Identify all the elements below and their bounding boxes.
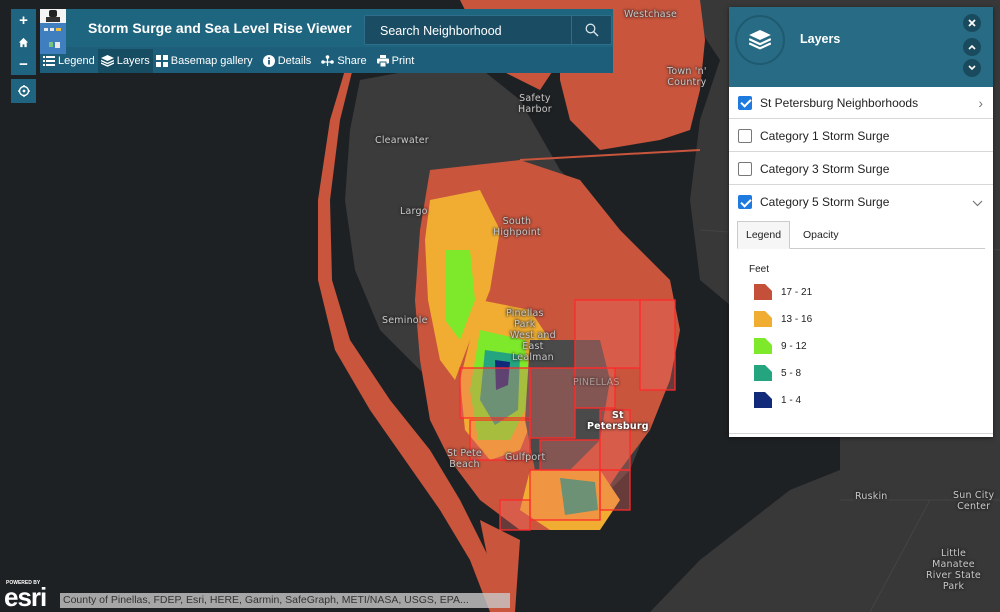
- details-tool-label: Details: [277, 55, 312, 67]
- map-label-pinellas: PINELLAS: [573, 377, 620, 388]
- print-tool-button[interactable]: Print: [374, 49, 418, 73]
- layer-detail-tabs: Legend Opacity: [737, 221, 985, 249]
- layer-checkbox-cat1[interactable]: [738, 128, 752, 143]
- legend-label: 1 - 4: [781, 394, 802, 406]
- legend-swatch: [754, 284, 772, 300]
- map-label-lealman: West and East Lealman: [510, 330, 556, 363]
- share-icon: [321, 55, 335, 66]
- legend-swatch: [754, 311, 772, 327]
- close-icon: [968, 19, 976, 27]
- map-attribution[interactable]: County of Pinellas, FDEP, Esri, HERE, Ga…: [60, 593, 510, 608]
- legend-swatch: [754, 338, 772, 354]
- app-title: Storm Surge and Sea Level Rise Viewer: [88, 20, 352, 36]
- legend-label: 5 - 8: [781, 367, 802, 379]
- locate-button[interactable]: [11, 79, 36, 103]
- search-placeholder: Search Neighborhood: [380, 24, 502, 38]
- layers-tool-label: Layers: [116, 55, 150, 67]
- print-icon: [376, 55, 389, 67]
- map-viewer: Westchase Town 'n' Country Safety Harbor…: [0, 0, 1000, 612]
- app-header: Storm Surge and Sea Level Rise Viewer Se…: [40, 9, 613, 73]
- map-label-sun-city-center: Sun City Center: [953, 490, 995, 512]
- layer-checkbox-cat5[interactable]: [738, 195, 752, 209]
- map-label-safety-harbor: Safety Harbor: [518, 93, 552, 115]
- toolbar: Legend Layers Basemap gallery Details Sh…: [40, 49, 613, 73]
- layer-checkbox-neighborhoods[interactable]: [738, 95, 752, 110]
- info-icon: [262, 55, 275, 67]
- layer-label: Category 1 Storm Surge: [760, 128, 890, 143]
- zoom-controls: + −: [11, 9, 36, 75]
- map-label-st-pete-beach: St Pete Beach: [447, 448, 482, 470]
- map-label-st-petersburg: St Petersburg: [587, 410, 649, 432]
- map-label-ruskin: Ruskin: [855, 491, 888, 502]
- legend-item: 17 - 21: [753, 282, 812, 302]
- layers-panel-header: Layers: [729, 7, 993, 87]
- layer-row-cat5[interactable]: Category 5 Storm Surge: [729, 186, 993, 218]
- legend-tool-button[interactable]: Legend: [40, 49, 98, 73]
- esri-logo[interactable]: POWERED BY esri: [4, 580, 60, 610]
- map-label-pinellas-park: Pinellas Park: [506, 308, 544, 330]
- esri-brand: esri: [4, 582, 47, 612]
- layers-panel-icon: [735, 15, 785, 65]
- legend-item: 1 - 4: [753, 390, 801, 410]
- zoom-in-button[interactable]: +: [11, 9, 36, 31]
- legend-unit-label: Feet: [749, 264, 770, 275]
- panel-move-down-button[interactable]: [963, 59, 981, 77]
- search-button[interactable]: [571, 16, 611, 44]
- layer-row-neighborhoods[interactable]: St Petersburg Neighborhoods ›: [729, 87, 993, 119]
- search-neighborhood-input[interactable]: Search Neighborhood: [364, 15, 612, 45]
- legend-item: 13 - 16: [753, 309, 812, 329]
- grid-icon: [155, 55, 168, 67]
- legend-swatch: [754, 365, 772, 381]
- app-logo-icon: [40, 9, 66, 54]
- map-label-seminole: Seminole: [382, 315, 428, 326]
- chevron-right-icon[interactable]: ›: [978, 95, 983, 111]
- map-label-little-manatee: Little Manatee River State Park: [926, 548, 981, 592]
- layer-checkbox-cat3[interactable]: [738, 161, 752, 176]
- panel-divider: [729, 433, 993, 434]
- details-tool-button[interactable]: Details: [260, 49, 315, 73]
- layers-icon: [749, 30, 771, 50]
- map-label-gulfport: Gulfport: [505, 452, 546, 463]
- layer-label: Category 5 Storm Surge: [760, 195, 890, 209]
- layers-icon: [100, 55, 114, 67]
- layer-row-cat3[interactable]: Category 3 Storm Surge: [729, 153, 993, 185]
- legend-label: 17 - 21: [781, 286, 813, 298]
- home-button[interactable]: [11, 31, 36, 53]
- layers-panel-title: Layers: [800, 32, 841, 46]
- home-icon: [18, 37, 29, 47]
- chevron-up-icon: [968, 44, 976, 50]
- share-tool-button[interactable]: Share: [318, 49, 369, 73]
- share-tool-label: Share: [337, 55, 367, 67]
- map-label-south-highpoint: South Highpoint: [493, 216, 541, 238]
- zoom-out-button[interactable]: −: [11, 53, 36, 75]
- locate-icon: [17, 85, 30, 97]
- legend-label: 13 - 16: [781, 313, 813, 325]
- legend-item: 5 - 8: [753, 363, 801, 383]
- tab-opacity[interactable]: Opacity: [795, 221, 847, 249]
- search-icon: [585, 23, 598, 37]
- legend-swatch: [754, 392, 772, 408]
- legend-tool-label: Legend: [58, 55, 95, 67]
- map-label-westchase: Westchase: [624, 9, 678, 20]
- tab-legend[interactable]: Legend: [737, 221, 791, 249]
- map-label-largo: Largo: [400, 206, 428, 217]
- panel-close-button[interactable]: [963, 14, 981, 32]
- map-label-clearwater: Clearwater: [375, 135, 429, 146]
- legend-item: 9 - 12: [753, 336, 807, 356]
- layers-panel: Layers St Petersburg Neighborhoods › Cat…: [729, 7, 993, 437]
- layers-tool-button[interactable]: Layers: [97, 49, 153, 73]
- layer-label: St Petersburg Neighborhoods: [760, 95, 919, 110]
- layer-label: Category 3 Storm Surge: [760, 161, 890, 176]
- chevron-down-icon: [968, 65, 976, 71]
- layer-row-cat1[interactable]: Category 1 Storm Surge: [729, 120, 993, 152]
- list-icon: [43, 56, 55, 66]
- basemap-gallery-tool-label: Basemap gallery: [170, 55, 253, 67]
- chevron-down-icon[interactable]: [972, 194, 983, 210]
- print-tool-label: Print: [391, 55, 415, 67]
- map-label-town-n-country: Town 'n' Country: [667, 66, 707, 88]
- legend-label: 9 - 12: [781, 340, 807, 352]
- basemap-gallery-tool-button[interactable]: Basemap gallery: [153, 49, 256, 73]
- panel-move-up-button[interactable]: [963, 38, 981, 56]
